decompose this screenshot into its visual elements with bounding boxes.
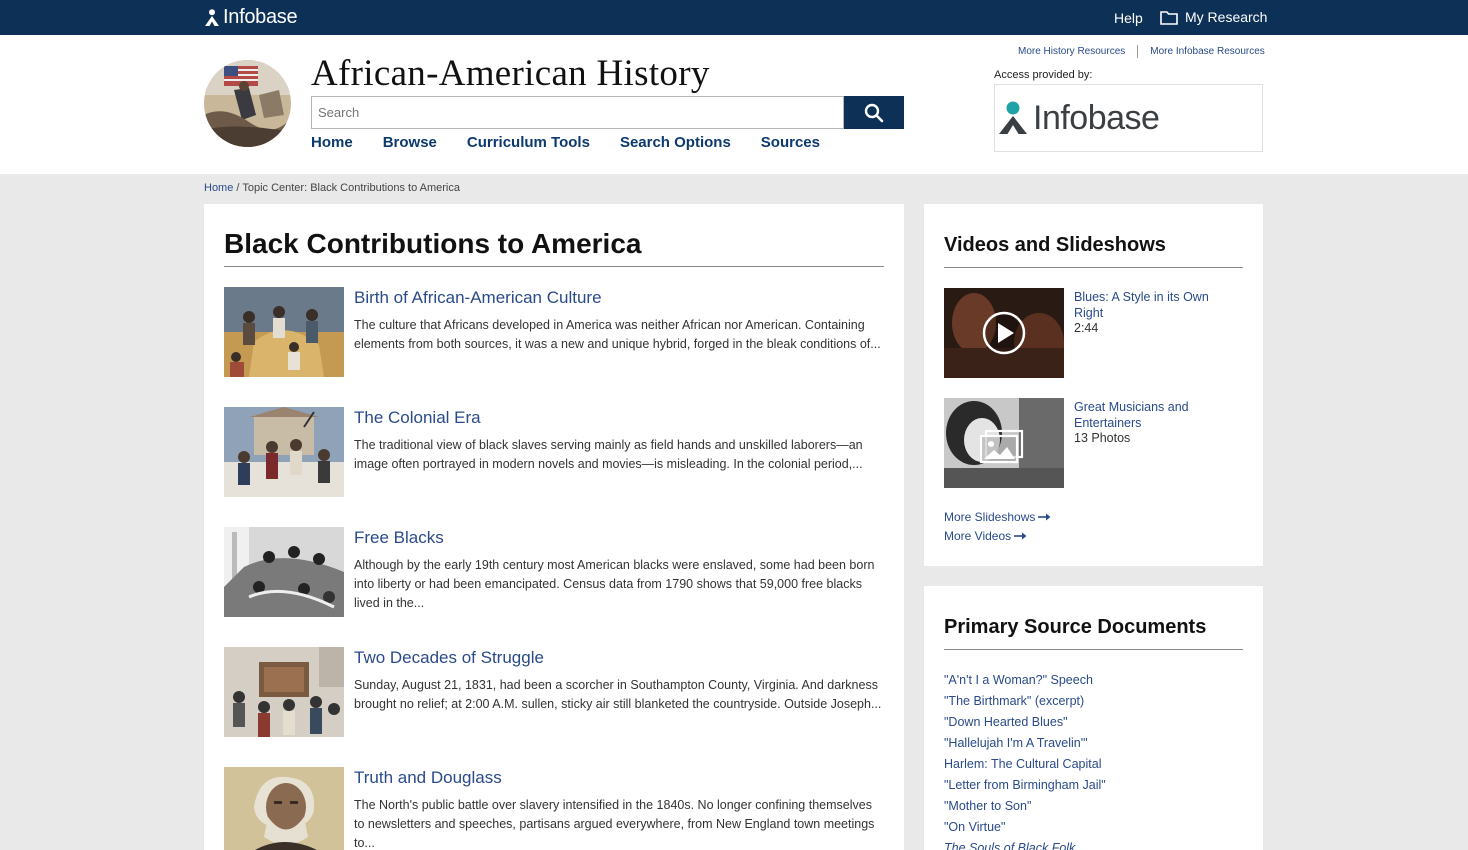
- breadcrumb: Home / Topic Center: Black Contributions…: [204, 182, 460, 194]
- nav-home[interactable]: Home: [311, 134, 353, 151]
- primary-source-documents-card: Primary Source Documents "A'n't I a Woma…: [924, 586, 1263, 850]
- more-infobase-resources-link[interactable]: More Infobase Resources: [1150, 46, 1265, 57]
- video-title[interactable]: Blues: A Style in its Own Right: [1074, 289, 1224, 321]
- document-link[interactable]: Harlem: The Cultural Capital: [944, 754, 1106, 775]
- logo-text: Infobase: [223, 6, 298, 28]
- infobase-person-icon: [999, 101, 1027, 134]
- document-link[interactable]: "On Virtue": [944, 817, 1106, 838]
- access-logo-text: Infobase: [1033, 98, 1160, 137]
- article-title[interactable]: Birth of African-American Culture: [354, 288, 602, 308]
- my-research-link[interactable]: My Research: [1160, 9, 1267, 25]
- document-link[interactable]: The Souls of Black Folk: [944, 838, 1106, 850]
- link-divider: [1137, 45, 1139, 58]
- documents-list: "A'n't I a Woman?" Speech "The Birthmark…: [944, 670, 1106, 850]
- more-videos-link[interactable]: More Videos: [944, 529, 1027, 543]
- video-item: Blues: A Style in its Own Right 2:44: [944, 288, 1244, 378]
- videos-slideshows-card: Videos and Slideshows Blues: A Style in …: [924, 204, 1263, 566]
- article-thumbnail[interactable]: [224, 767, 344, 850]
- documents-divider: [944, 649, 1243, 650]
- arrow-right-icon: [1038, 513, 1051, 521]
- more-slideshows-link[interactable]: More Slideshows: [944, 510, 1051, 524]
- video-duration: 2:44: [1074, 321, 1099, 335]
- video-thumbnail[interactable]: [944, 288, 1064, 378]
- site-hero-image: [204, 60, 291, 147]
- nav-curriculum-tools[interactable]: Curriculum Tools: [467, 134, 590, 151]
- main-nav: Home Browse Curriculum Tools Search Opti…: [311, 134, 850, 151]
- article-summary: Although by the early 19th century most …: [354, 558, 875, 610]
- folder-icon: [1160, 10, 1178, 25]
- nav-sources[interactable]: Sources: [761, 134, 820, 151]
- document-link[interactable]: "A'n't I a Woman?" Speech: [944, 670, 1106, 691]
- document-link[interactable]: "Letter from Birmingham Jail": [944, 775, 1106, 796]
- article-item: Birth of African-American Culture The cu…: [224, 287, 884, 387]
- article-summary: The traditional view of black slaves ser…: [354, 438, 863, 471]
- nav-search-options[interactable]: Search Options: [620, 134, 731, 151]
- more-history-resources-link[interactable]: More History Resources: [1018, 46, 1125, 57]
- article-item: Truth and Douglass The North's public ba…: [224, 767, 884, 850]
- article-summary: Sunday, August 21, 1831, had been a scor…: [354, 678, 882, 711]
- document-link[interactable]: "Down Hearted Blues": [944, 712, 1106, 733]
- article-item: Free Blacks Although by the early 19th c…: [224, 527, 884, 627]
- breadcrumb-separator: /: [233, 182, 243, 194]
- videos-divider: [944, 267, 1243, 268]
- slideshow-title[interactable]: Great Musicians and Entertainers: [1074, 399, 1224, 431]
- title-divider: [224, 266, 884, 267]
- breadcrumb-current: Topic Center: Black Contributions to Ame…: [242, 182, 460, 194]
- topic-center-card: Black Contributions to America Birth of …: [204, 204, 904, 850]
- article-thumbnail[interactable]: [224, 527, 344, 617]
- site-title: African-American History: [311, 53, 710, 94]
- videos-title: Videos and Slideshows: [944, 234, 1166, 256]
- my-research-label: My Research: [1185, 9, 1268, 25]
- search-icon: [864, 103, 884, 122]
- slideshow-thumbnail[interactable]: [944, 398, 1064, 488]
- article-title[interactable]: Free Blacks: [354, 528, 444, 548]
- search-button[interactable]: [844, 96, 904, 129]
- top-bar: Infobase Help My Research: [0, 0, 1468, 35]
- access-provider-logo[interactable]: Infobase: [994, 84, 1263, 152]
- document-link[interactable]: "The Birthmark" (excerpt): [944, 691, 1106, 712]
- article-title[interactable]: Truth and Douglass: [354, 768, 502, 788]
- breadcrumb-home[interactable]: Home: [204, 182, 233, 194]
- article-summary: The North's public battle over slavery i…: [354, 798, 875, 850]
- article-thumbnail[interactable]: [224, 407, 344, 497]
- slideshow-photo-count: 13 Photos: [1074, 431, 1131, 445]
- arrow-right-icon: [1014, 532, 1027, 540]
- article-summary: The culture that Africans developed in A…: [354, 318, 881, 351]
- search-input[interactable]: [311, 96, 844, 129]
- access-provided-label: Access provided by:: [994, 69, 1093, 81]
- article-thumbnail[interactable]: [224, 287, 344, 377]
- article-item: Two Decades of Struggle Sunday, August 2…: [224, 647, 884, 747]
- more-videos-label: More Videos: [944, 529, 1012, 543]
- page-title: Black Contributions to America: [224, 228, 642, 259]
- documents-title: Primary Source Documents: [944, 616, 1207, 638]
- resource-links: More History Resources More Infobase Res…: [1018, 45, 1265, 58]
- article-item: The Colonial Era The traditional view of…: [224, 407, 884, 507]
- document-link[interactable]: "Hallelujah I'm A Travelin'": [944, 733, 1106, 754]
- article-thumbnail[interactable]: [224, 647, 344, 737]
- help-link[interactable]: Help: [1114, 10, 1143, 26]
- nav-browse[interactable]: Browse: [383, 134, 437, 151]
- article-title[interactable]: The Colonial Era: [354, 408, 481, 428]
- article-title[interactable]: Two Decades of Struggle: [354, 648, 544, 668]
- infobase-person-icon: [205, 8, 219, 26]
- infobase-logo[interactable]: Infobase: [204, 6, 298, 29]
- site-header: African-American History Home Browse Cur…: [0, 35, 1468, 174]
- more-slideshows-label: More Slideshows: [944, 510, 1036, 524]
- document-link[interactable]: "Mother to Son": [944, 796, 1106, 817]
- slideshow-item: Great Musicians and Entertainers 13 Phot…: [944, 398, 1244, 488]
